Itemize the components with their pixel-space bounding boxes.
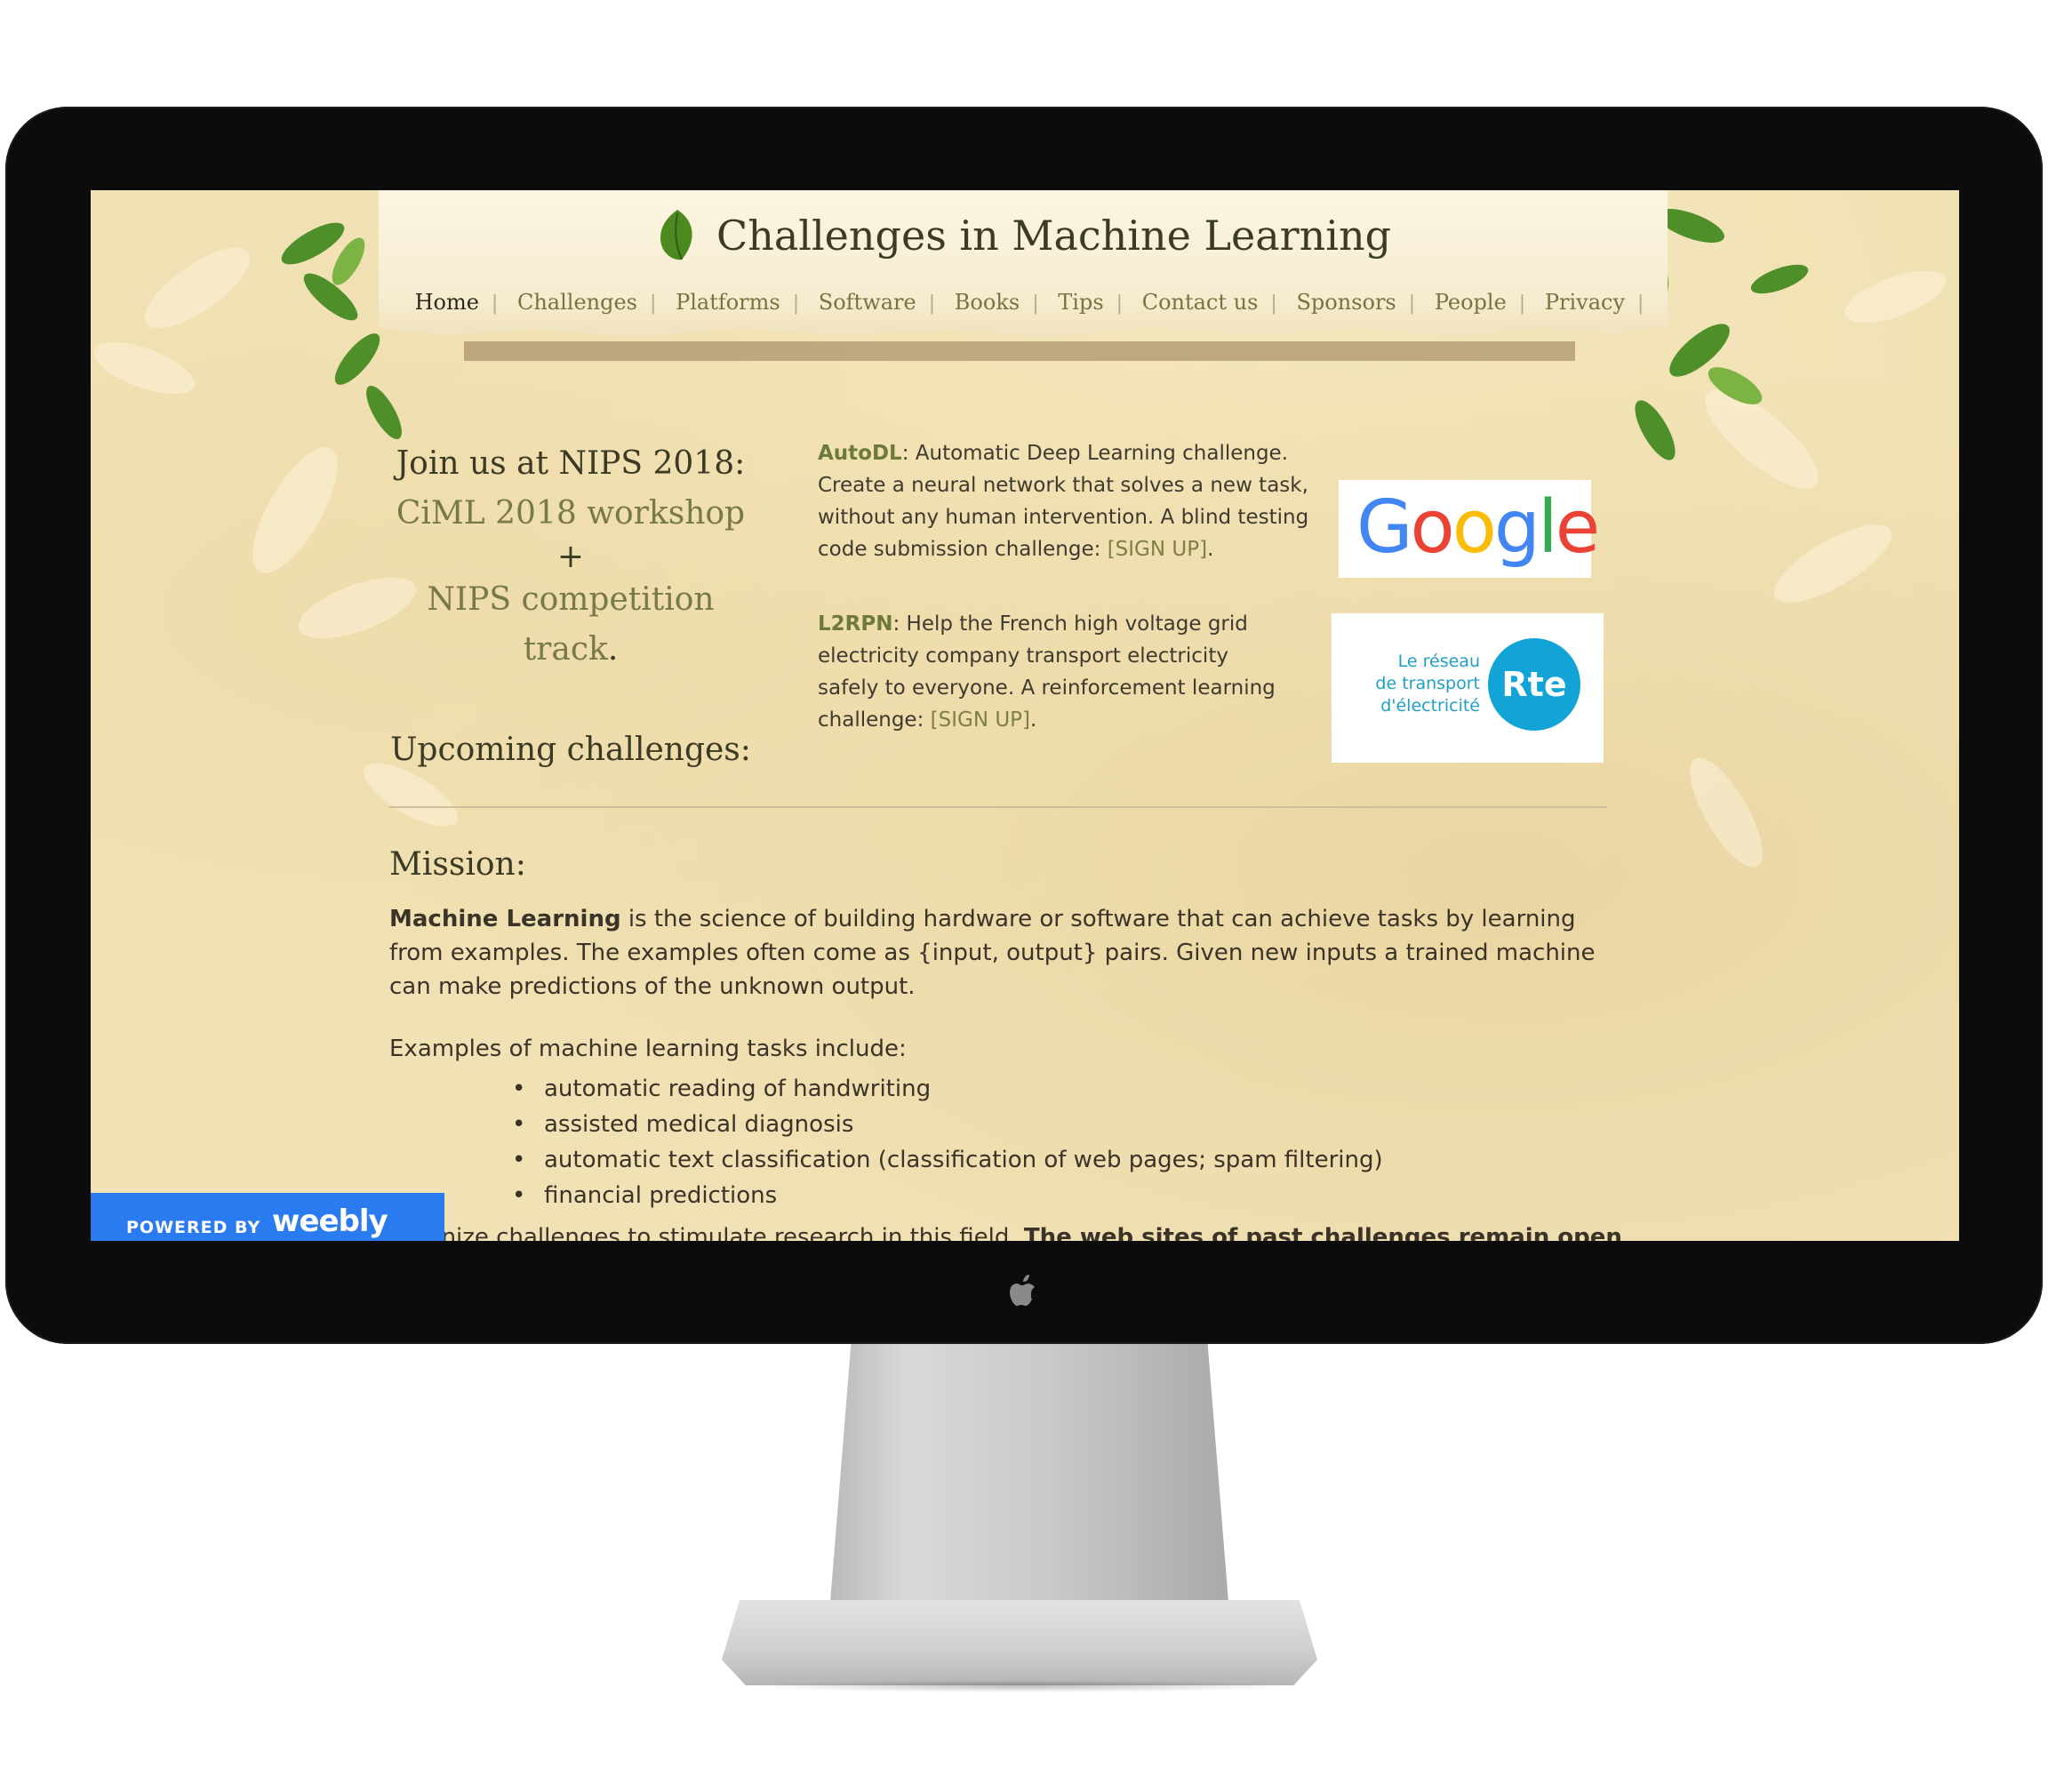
organize-text-cut: organize challenges to stimulate researc… (389, 1224, 1634, 1241)
nav-separator: | (1116, 292, 1124, 315)
nav-item-software[interactable]: Software (806, 290, 929, 315)
examples-intro: Examples of machine learning tasks inclu… (389, 1036, 907, 1062)
bullet-icon: • (512, 1147, 526, 1173)
organize-bold-text: The web sites of past challenges remain … (1023, 1224, 1622, 1241)
nav-separator: | (1032, 292, 1039, 315)
challenge-name[interactable]: L2RPN (818, 612, 892, 636)
nav-item-contact-us[interactable]: Contact us (1130, 290, 1271, 315)
bullet-icon: • (512, 1076, 526, 1102)
powered-by-label: POWERED BY (126, 1218, 261, 1237)
intro-column: Join us at NIPS 2018: CiML 2018 workshop… (384, 439, 757, 768)
challenge-name[interactable]: AutoDL (818, 442, 902, 465)
join-heading: Join us at NIPS 2018: (396, 445, 746, 482)
rte-logo-mark: Rte (1488, 638, 1580, 731)
nav-item-books[interactable]: Books (942, 290, 1032, 315)
google-logo[interactable]: Google (1339, 480, 1600, 578)
header-banner: Challenges in Machine Learning Home | Cha… (379, 190, 1668, 338)
upcoming-heading: Upcoming challenges: (390, 732, 751, 768)
challenge-l2rpn: L2RPN: Help the French high voltage grid… (818, 608, 1280, 736)
nav-separator: | (928, 292, 936, 315)
list-item: • financial predictions (512, 1178, 1634, 1213)
weebly-badge[interactable]: POWERED BY weebly (91, 1193, 444, 1241)
challenge-end: . (1030, 708, 1037, 732)
task-text: automatic reading of handwriting (544, 1076, 932, 1102)
rte-text-line: Le réseau (1397, 652, 1480, 671)
signup-link[interactable]: [SIGN UP] (1108, 538, 1207, 561)
monitor-stand-base (722, 1600, 1317, 1685)
nav-item-challenges[interactable]: Challenges (505, 290, 650, 315)
challenge-end: . (1207, 538, 1214, 561)
nav-item-tips[interactable]: Tips (1045, 290, 1116, 315)
nav-item-privacy[interactable]: Privacy (1532, 290, 1637, 315)
mission-section: Mission: Machine Learning is the science… (389, 846, 1634, 1241)
main-nav: Home | Challenges | Platforms | Software | B… (379, 290, 1668, 315)
bullet-icon: • (512, 1111, 526, 1138)
nav-separator: | (1270, 292, 1277, 315)
section-divider (389, 806, 1607, 808)
leaf-icon (660, 210, 692, 260)
rte-logo[interactable]: Le réseau de transport d'électricité Rte (1332, 613, 1604, 763)
rte-logo-text: Le réseau de transport d'électricité (1351, 651, 1480, 717)
task-list: • automatic reading of handwriting • assis… (512, 1071, 1634, 1213)
list-item: • automatic text classification (classifi… (512, 1142, 1634, 1178)
nav-item-home[interactable]: Home (403, 290, 492, 315)
nav-item-platforms[interactable]: Platforms (663, 290, 793, 315)
ciml-workshop-link[interactable]: CiML 2018 workshop (396, 495, 745, 532)
weebly-logo: weebly (272, 1204, 388, 1239)
nav-separator: | (1518, 292, 1526, 315)
site-title-container: Challenges in Machine Learning (379, 208, 1668, 263)
screen: Challenges in Machine Learning Home | Cha… (91, 190, 1959, 1241)
site-title[interactable]: Challenges in Machine Learning (716, 212, 1391, 260)
nav-separator: | (1408, 292, 1416, 315)
nav-separator: | (792, 292, 800, 315)
bullet-icon: • (512, 1182, 526, 1209)
nips-competition-link[interactable]: NIPS competition track (427, 581, 714, 668)
task-text: assisted medical diagnosis (544, 1111, 854, 1138)
nav-separator: | (650, 292, 657, 315)
task-text: financial predictions (544, 1182, 778, 1209)
stand-shadow (747, 1680, 1298, 1692)
nav-separator: | (491, 292, 499, 315)
google-logo-wordmark: Google (1356, 485, 1600, 570)
challenge-autodl: AutoDL: Automatic Deep Learning challeng… (818, 437, 1342, 565)
nav-separator: | (1637, 292, 1644, 315)
list-item: • automatic reading of handwriting (512, 1071, 1634, 1107)
task-text: automatic text classification (classific… (544, 1147, 1383, 1173)
plus-text: + (556, 539, 585, 575)
nav-item-sponsors[interactable]: Sponsors (1284, 290, 1408, 315)
organize-text: organize challenges to stimulate researc… (389, 1224, 1024, 1241)
rte-text-line: de transport (1375, 674, 1480, 693)
rte-text-line: d'électricité (1380, 696, 1480, 716)
mission-paragraph: Machine Learning is the science of build… (389, 902, 1598, 1004)
mission-bold-term: Machine Learning (389, 906, 621, 932)
period-text: . (607, 631, 619, 668)
apple-logo-icon (1010, 1275, 1035, 1306)
nav-item-people[interactable]: People (1422, 290, 1519, 315)
list-item: • assisted medical diagnosis (512, 1107, 1634, 1142)
signup-link[interactable]: [SIGN UP] (931, 708, 1030, 732)
mission-heading: Mission: (389, 846, 526, 883)
